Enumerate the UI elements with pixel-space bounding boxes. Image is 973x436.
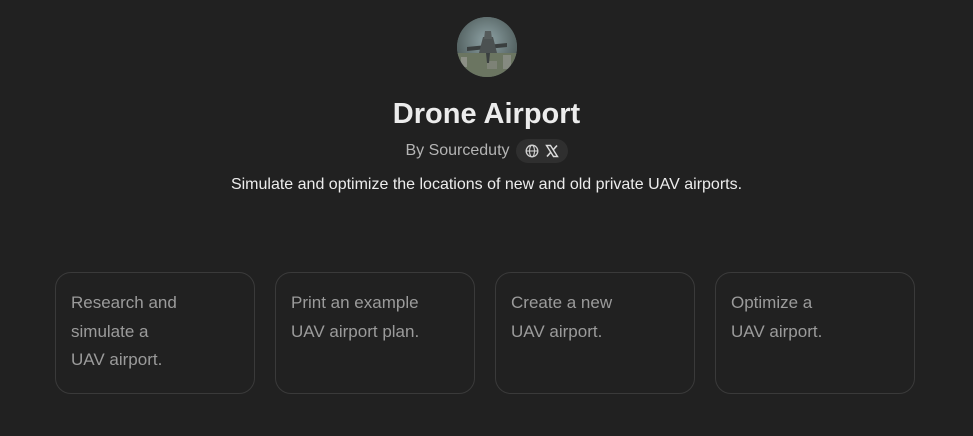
gpt-header: Drone Airport By Sourceduty Simulate and… [0,0,973,196]
byline: By Sourceduty [405,139,568,163]
starter-card[interactable]: Optimize a UAV airport. [715,272,915,394]
starter-text: Create a new UAV airport. [511,293,613,341]
social-links [515,139,568,163]
globe-icon[interactable] [525,144,539,158]
drone-avatar-image [456,17,517,77]
gpt-title: Drone Airport [392,98,581,130]
starter-text: Optimize a UAV airport. [731,293,823,341]
starter-text: Research and simulate a UAV airport. [71,293,177,369]
author-label[interactable]: By Sourceduty [405,142,509,160]
gpt-description: Simulate and optimize the locations of n… [230,176,743,193]
starter-card[interactable]: Create a new UAV airport. [495,272,695,394]
x-logo-icon[interactable] [544,144,559,158]
avatar [456,17,517,77]
starter-card[interactable]: Print an example UAV airport plan. [275,272,475,394]
starter-text: Print an example UAV airport plan. [291,293,420,341]
conversation-starters: Research and simulate a UAV airport. Pri… [55,272,915,394]
starter-card[interactable]: Research and simulate a UAV airport. [55,272,255,394]
gpt-profile-page: Drone Airport By Sourceduty Simulate and… [0,0,973,436]
